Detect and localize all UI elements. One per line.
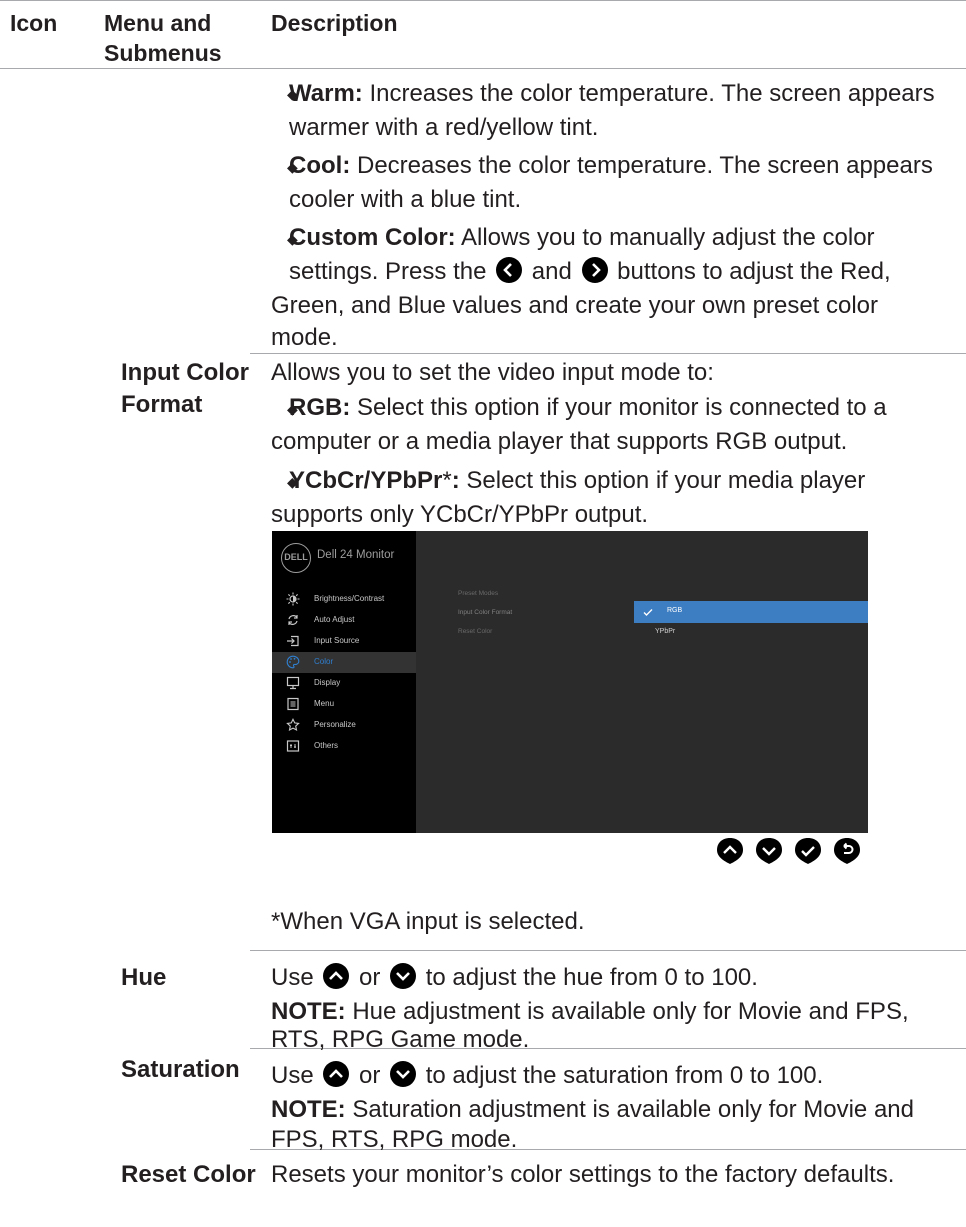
display-icon: [286, 676, 300, 690]
warm-line-2: warmer with a red/yellow tint.: [289, 114, 599, 141]
hue-note-2: RTS, RPG Game mode.: [271, 1026, 530, 1053]
warm-line-1: Warm: Increases the color temperature. T…: [289, 80, 935, 107]
down-icon: [390, 1061, 417, 1087]
header-icon-label: Icon: [10, 10, 58, 36]
auto-adjust-icon: [288, 615, 298, 625]
osd-item-menu[interactable]: Menu: [272, 694, 416, 715]
custom-line-2: settings. Press the and buttons to adjus…: [289, 257, 891, 285]
osd-item-others[interactable]: Others: [272, 736, 416, 757]
osd-option-rgb[interactable]: RGB: [634, 601, 868, 623]
input-color-format-label-1: Input Color: [121, 359, 249, 386]
osd-screenshot: DELL Dell 24 Monitor Brightness/Contrast…: [272, 531, 868, 833]
custom-line-1: Custom Color: Allows you to manually adj…: [289, 224, 875, 251]
down-button-icon: [756, 838, 782, 864]
osd-item-input-source[interactable]: Input Source: [272, 631, 416, 652]
star-icon: [286, 718, 300, 732]
left-button-icon: [496, 257, 523, 283]
osd-item-brightness-contrast[interactable]: Brightness/Contrast: [272, 589, 416, 610]
header-description-label: Description: [271, 10, 398, 36]
up-button-icon: [717, 838, 743, 864]
saturation-note-1: NOTE: Saturation adjustment is available…: [271, 1096, 914, 1123]
input-color-format-intro: Allows you to set the video input mode t…: [271, 359, 714, 386]
brightness-icon: [286, 592, 300, 606]
confirm-button-icon: [795, 838, 821, 864]
row-rule-input-color: [250, 353, 966, 354]
ycbcr-line-2: supports only YCbCr/YPbPr output.: [271, 501, 649, 528]
header-menu-label: Menu and Submenus: [104, 10, 222, 66]
osd-header: DELL Dell 24 Monitor: [272, 531, 868, 585]
rgb-line-2: computer or a media player that supports…: [271, 428, 848, 455]
table-top-rule: [0, 0, 966, 1]
osd-item-color[interactable]: Color: [272, 652, 416, 673]
back-button-icon: [834, 838, 860, 864]
reset-color-text: Resets your monitor’s color settings to …: [271, 1161, 895, 1188]
rgb-line-1: RGB: Select this option if your monitor …: [289, 394, 887, 421]
input-color-format-label-2: Format: [121, 391, 203, 418]
menu-icon: [287, 697, 299, 711]
up-icon: [323, 1061, 350, 1087]
right-button-icon: [581, 257, 608, 283]
color-palette-icon: [286, 655, 300, 669]
osd-sub-preset-modes[interactable]: Preset Modes: [458, 590, 498, 597]
dell-logo: DELL: [281, 543, 311, 573]
osd-title: Dell 24 Monitor: [317, 549, 395, 561]
cool-line-1: Cool: Decreases the color temperature. T…: [289, 152, 933, 179]
osd-sub-reset-color[interactable]: Reset Color: [458, 628, 492, 635]
saturation-line: Use or to adjust the saturation from 0 t…: [271, 1061, 824, 1089]
others-icon: [286, 740, 300, 752]
vga-footnote: *When VGA input is selected.: [271, 908, 585, 935]
ycbcr-line-1: YCbCr/YPbPr*: Select this option if your…: [289, 467, 866, 494]
osd-option-ypbpr[interactable]: YPbPr: [655, 628, 675, 635]
osd-item-display[interactable]: Display: [272, 673, 416, 694]
reset-color-label: Reset Color: [121, 1161, 256, 1188]
hue-line: Use or to adjust the hue from 0 to 100.: [271, 963, 758, 991]
osd-item-personalize[interactable]: Personalize: [272, 715, 416, 736]
custom-line-4: mode.: [271, 324, 338, 351]
header-bottom-rule: [0, 68, 966, 69]
up-icon: [323, 963, 350, 989]
check-icon: [643, 609, 653, 616]
osd-sub-input-color-format[interactable]: Input Color Format: [458, 609, 512, 616]
saturation-note-2: FPS, RTS, RPG mode.: [271, 1126, 518, 1153]
hue-label: Hue: [121, 964, 167, 991]
custom-line-3: Green, and Blue values and create your o…: [271, 292, 879, 319]
row-rule-hue: [250, 950, 966, 951]
osd-item-auto-adjust[interactable]: Auto Adjust: [272, 610, 416, 631]
cool-line-2: cooler with a blue tint.: [289, 186, 522, 213]
down-icon: [390, 963, 417, 989]
saturation-label: Saturation: [121, 1056, 240, 1083]
input-source-icon: [287, 635, 299, 647]
